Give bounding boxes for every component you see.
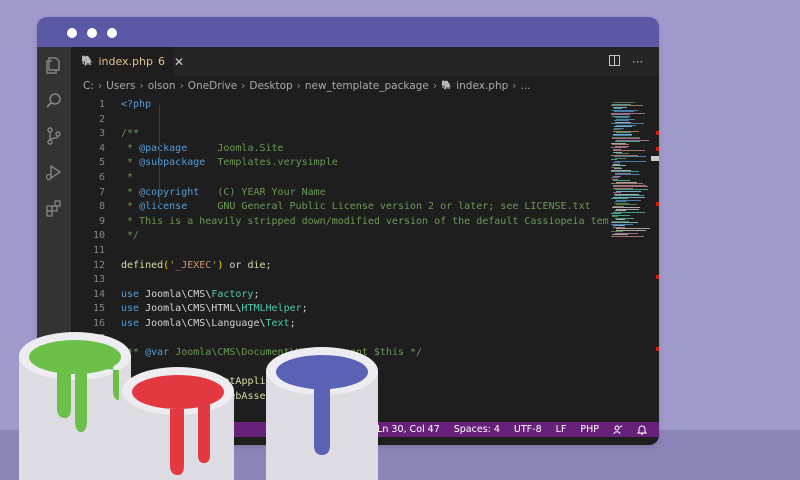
code-text: defined('_JEXEC') or die; (121, 259, 272, 271)
source-control-icon[interactable] (44, 126, 64, 146)
breadcrumb: C: › Users › olson › OneDrive › Desktop › new… (71, 76, 659, 96)
error-marker (656, 275, 659, 279)
feedback-icon[interactable] (613, 425, 623, 435)
code-text: * @subpackage Templates.verysimple (121, 157, 338, 169)
code-line[interactable]: 9 * This is a heavily stripped down/modi… (71, 215, 609, 230)
red-paint-bucket (122, 367, 234, 480)
code-text: * (121, 171, 134, 183)
code-text: * @license GNU General Public License ve… (121, 201, 591, 213)
code-line[interactable]: 6 * (71, 171, 609, 186)
code-line[interactable]: 8 * @license GNU General Public License … (71, 200, 609, 215)
encoding[interactable]: UTF-8 (514, 424, 542, 435)
line-endings[interactable]: LF (556, 424, 567, 435)
indentation[interactable]: Spaces: 4 (454, 424, 500, 435)
breadcrumb-item[interactable]: new_template_package (305, 80, 429, 92)
window-dot-minimize[interactable] (87, 28, 97, 38)
line-number: 6 (98, 171, 105, 183)
minimap-line (611, 235, 644, 237)
tab-filename: index.php (98, 55, 153, 68)
chevron-right-icon: › (97, 80, 103, 92)
code-line[interactable]: 11 (71, 244, 609, 259)
code-text: /** (121, 128, 140, 140)
explorer-icon[interactable] (44, 55, 64, 75)
code-line[interactable]: 1 <?php (71, 98, 609, 113)
extensions-icon[interactable] (44, 198, 64, 218)
run-debug-icon[interactable] (44, 162, 64, 182)
error-marker (656, 347, 659, 351)
breadcrumb-item[interactable]: ... (521, 80, 531, 92)
line-number: 7 (98, 186, 105, 198)
code-text: use Joomla\CMS\Language\Text; (121, 317, 296, 329)
line-number: 3 (98, 128, 105, 140)
line-number: 4 (98, 142, 105, 154)
php-elephant-icon: 🐘 (81, 56, 94, 67)
tab-index-php[interactable]: 🐘 index.php 6 ✕ (71, 47, 184, 76)
green-paint-bucket (19, 332, 131, 480)
breadcrumb-item[interactable]: OneDrive (188, 80, 237, 92)
window-dot-maximize[interactable] (107, 28, 117, 38)
code-line[interactable]: 7 * @copyright (C) YEAR Your Name (71, 186, 609, 201)
window-dot-close[interactable] (67, 28, 77, 38)
line-number: 10 (92, 230, 105, 242)
code-line[interactable]: 10 */ (71, 229, 609, 244)
code-line[interactable]: 2 (71, 113, 609, 128)
code-text: * @package Joomla.Site (121, 142, 284, 154)
error-marker (656, 131, 659, 135)
breadcrumb-item[interactable]: C: (83, 80, 94, 92)
breadcrumb-item[interactable]: index.php (456, 80, 508, 92)
code-line[interactable]: 16 use Joomla\CMS\Language\Text; (71, 317, 609, 332)
chevron-right-icon: › (432, 80, 438, 92)
chevron-right-icon: › (179, 80, 184, 92)
code-text: use Joomla\CMS\HTML\HTMLHelper; (121, 303, 308, 315)
language-mode[interactable]: PHP (580, 424, 599, 435)
line-number: 15 (92, 303, 105, 315)
line-number: 8 (98, 201, 105, 213)
chevron-right-icon: › (139, 80, 144, 92)
chevron-right-icon: › (296, 80, 301, 92)
chevron-right-icon: › (241, 80, 246, 92)
php-elephant-icon: 🐘 (441, 81, 453, 91)
code-text: use Joomla\CMS\Factory; (121, 288, 260, 300)
line-number: 12 (92, 259, 105, 271)
breadcrumb-item[interactable]: Desktop (249, 80, 292, 92)
search-icon[interactable] (44, 91, 64, 111)
chevron-right-icon: › (512, 80, 517, 92)
editor-actions: ⋯ (609, 55, 643, 68)
tab-bar: 🐘 index.php 6 ✕ ⋯ (71, 47, 659, 76)
code-line[interactable]: 13 (71, 273, 609, 288)
notifications-bell-icon[interactable] (637, 425, 647, 435)
code-line[interactable]: 14 use Joomla\CMS\Factory; (71, 288, 609, 303)
tab-close-button[interactable]: ✕ (174, 55, 184, 69)
line-number: 2 (98, 113, 105, 125)
split-editor-icon[interactable] (609, 55, 620, 66)
code-line[interactable]: 3 /** (71, 127, 609, 142)
code-line[interactable]: 5 * @subpackage Templates.verysimple (71, 156, 609, 171)
line-number: 5 (98, 157, 105, 169)
minimap[interactable] (609, 98, 651, 422)
code-line[interactable]: 15 use Joomla\CMS\HTML\HTMLHelper; (71, 302, 609, 317)
error-marker (656, 202, 659, 206)
window-controls (67, 28, 117, 38)
tab-problem-count: 6 (157, 55, 165, 68)
code-line[interactable]: 12 defined('_JEXEC') or die; (71, 259, 609, 274)
line-number: 11 (92, 244, 105, 256)
code-line[interactable]: 17 (71, 332, 609, 347)
line-number: 13 (92, 274, 105, 286)
line-number: 14 (92, 288, 105, 300)
more-actions-icon[interactable]: ⋯ (632, 55, 643, 68)
indent-guide (159, 105, 160, 207)
code-line[interactable]: 4 * @package Joomla.Site (71, 142, 609, 157)
code-text: */ (121, 230, 140, 242)
code-text: <?php (121, 99, 152, 110)
code-text: * @copyright (C) YEAR Your Name (121, 186, 326, 198)
code-text: * This is a heavily stripped down/modifi… (121, 215, 609, 227)
scrollbar-thumb[interactable] (651, 156, 659, 161)
breadcrumb-item[interactable]: Users (106, 80, 135, 92)
line-number: 1 (98, 99, 105, 110)
error-marker (656, 147, 659, 151)
cursor-position[interactable]: Ln 30, Col 47 (377, 424, 440, 435)
breadcrumb-item[interactable]: olson (148, 80, 176, 92)
line-number: 9 (98, 215, 105, 227)
blue-paint-bucket (266, 347, 378, 480)
